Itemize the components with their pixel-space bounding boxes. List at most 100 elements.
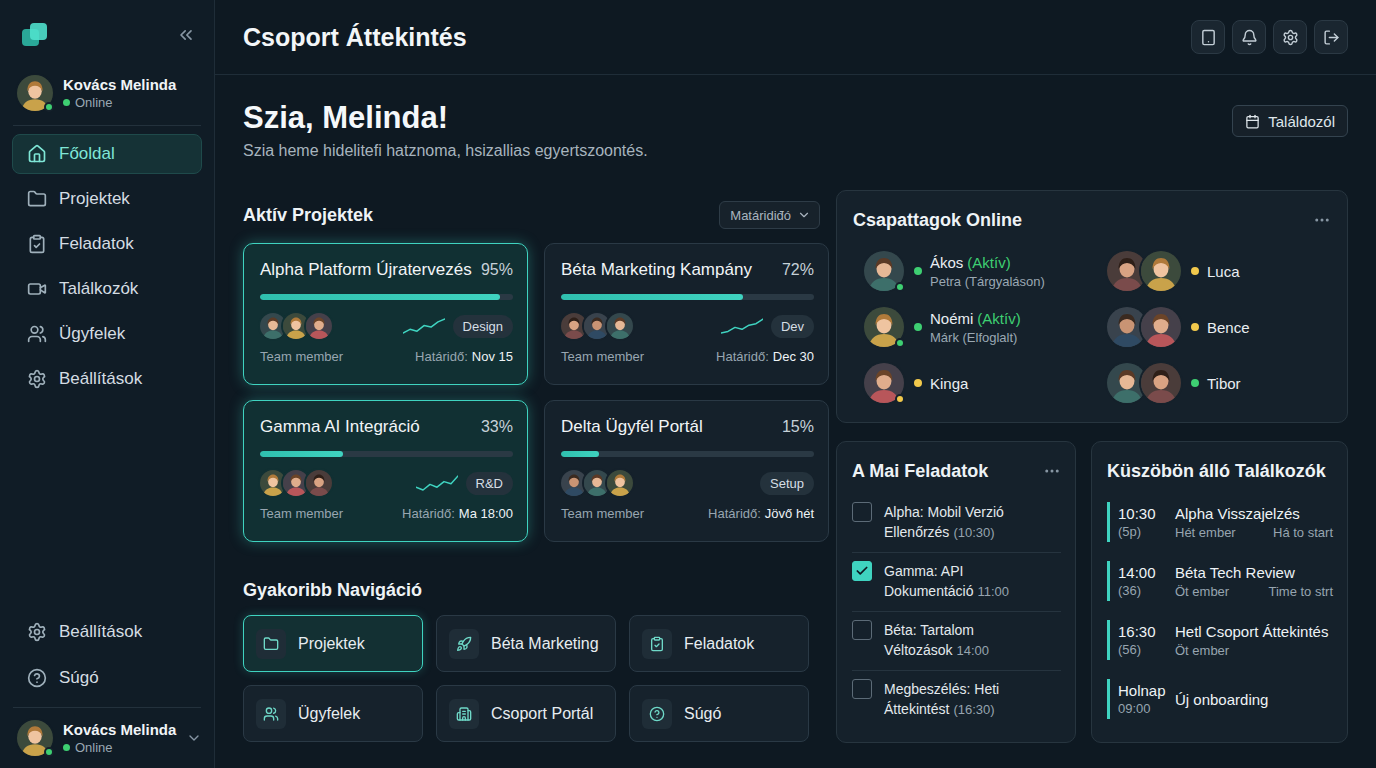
quick-nav-button[interactable]: Feladatok bbox=[629, 615, 809, 672]
project-card[interactable]: Béta Marketing Kampány72%DevTeam memberH… bbox=[544, 243, 829, 385]
avatar bbox=[260, 470, 286, 496]
sidebar-item[interactable]: Beállítások bbox=[12, 612, 202, 652]
meeting-note: 09:00 bbox=[1118, 701, 1175, 716]
gear-button[interactable] bbox=[1273, 20, 1307, 54]
logout-icon bbox=[1323, 29, 1340, 46]
status-dot bbox=[914, 323, 922, 331]
meeting-item[interactable]: 16:30(56)Hetl Csoport ÁttekintésÖt ember bbox=[1107, 620, 1333, 660]
avatar bbox=[1141, 363, 1181, 403]
user-profile[interactable]: Kovács MelindaOnline bbox=[13, 70, 201, 126]
status-badge bbox=[895, 282, 905, 292]
meeting-title: Hetl Csoport Áttekintés bbox=[1175, 623, 1333, 640]
profile-menu-button[interactable] bbox=[186, 730, 202, 746]
bell-button[interactable] bbox=[1232, 20, 1266, 54]
sidebar-item[interactable]: Súgó bbox=[12, 658, 202, 698]
member-name: Bence bbox=[1207, 319, 1250, 336]
more-button[interactable] bbox=[1043, 462, 1061, 480]
quick-nav-button[interactable]: Ügyfelek bbox=[243, 685, 423, 742]
filter-dropdown[interactable]: Matáridiđó bbox=[719, 201, 820, 229]
team-member[interactable]: Kinga bbox=[864, 361, 1107, 405]
project-card[interactable]: Gamma AI Integráció33%R&DTeam memberHatá… bbox=[243, 400, 528, 542]
page-title: Csoport Áttekintés bbox=[243, 23, 467, 52]
avatar-group bbox=[561, 470, 633, 496]
quick-nav-button[interactable]: Béta Marketing bbox=[436, 615, 616, 672]
task-checkbox[interactable] bbox=[852, 620, 872, 640]
meeting-item[interactable]: 10:30(5p)Alpha VisszajelzésHét emberHá t… bbox=[1107, 502, 1333, 542]
section-title: Aktív Projektek bbox=[243, 203, 373, 227]
project-card[interactable]: Delta Ügyfél Portál15%SetupTeam memberHa… bbox=[544, 400, 829, 542]
avatar bbox=[1141, 307, 1181, 347]
task-row: Gamma: API Dokumentáció11:00 bbox=[852, 553, 1061, 612]
task-checkbox[interactable] bbox=[852, 561, 872, 581]
avatar bbox=[561, 313, 587, 339]
panel-title: Csapattagok Online bbox=[853, 209, 1022, 231]
project-name: Alpha Platform Újratervezés bbox=[260, 260, 472, 280]
status-dot bbox=[63, 99, 70, 106]
progress-fill bbox=[260, 451, 343, 457]
sidebar-item[interactable]: Ügyfelek bbox=[12, 314, 202, 354]
folder-icon bbox=[263, 636, 279, 652]
collapse-button[interactable] bbox=[176, 25, 196, 45]
project-card[interactable]: Alpha Platform Újratervezés95%DesignTeam… bbox=[243, 243, 528, 385]
member-label: Team member bbox=[561, 506, 644, 522]
task-title: Alpha: Mobil Verzió Ellenőrzés(10:30) bbox=[884, 502, 1061, 544]
team-member[interactable]: Tibor bbox=[1107, 361, 1331, 405]
logout-button[interactable] bbox=[1314, 20, 1348, 54]
team-member[interactable]: Luca bbox=[1107, 249, 1331, 293]
gear-icon bbox=[1282, 29, 1299, 46]
screen-button[interactable] bbox=[1191, 20, 1225, 54]
task-row: Alpha: Mobil Verzió Ellenőrzés(10:30) bbox=[852, 494, 1061, 553]
user-profile[interactable]: Kovács MelindaOnline bbox=[13, 707, 201, 768]
meetings-panel: Küszöbön álló Találkozók 10:30(5p)Alpha V… bbox=[1091, 441, 1348, 743]
member-label: Team member bbox=[561, 349, 644, 365]
sidebar-item[interactable]: Főoldal bbox=[12, 134, 202, 174]
section-title: Gyakoribb Navigáció bbox=[243, 578, 820, 602]
person-icon bbox=[1141, 251, 1181, 291]
avatar bbox=[283, 470, 309, 496]
person-icon bbox=[607, 470, 633, 496]
meeting-item[interactable]: 14:00(36)Béta Tech ReviewÖt emberTime to… bbox=[1107, 561, 1333, 601]
clipboard-check-icon bbox=[27, 234, 47, 254]
user-status: Online bbox=[63, 740, 176, 755]
member-sub: Petra (Tárgyaláson) bbox=[930, 274, 1045, 289]
meeting-people: Hét ember bbox=[1175, 525, 1236, 540]
folder-icon bbox=[27, 189, 47, 209]
project-tag: Dev bbox=[771, 315, 814, 338]
more-button[interactable] bbox=[1313, 211, 1331, 229]
gear-icon bbox=[27, 369, 47, 389]
status-badge bbox=[895, 338, 905, 348]
project-name: Gamma AI Integráció bbox=[260, 417, 420, 437]
status-dot bbox=[1191, 323, 1199, 331]
sidebar-item[interactable]: Beállítások bbox=[12, 359, 202, 399]
task-title: Gamma: API Dokumentáció11:00 bbox=[884, 561, 1061, 603]
meeting-item[interactable]: Holnap09:00Új onboarding bbox=[1107, 679, 1333, 719]
team-panel: Csapattagok Online Ákos(Aktív)Petra (Tárg… bbox=[836, 190, 1348, 423]
avatar bbox=[607, 313, 633, 339]
sidebar-item[interactable]: Projektek bbox=[12, 179, 202, 219]
deadline: Határidő:Nov 15 bbox=[415, 349, 513, 365]
team-member[interactable]: Bence bbox=[1107, 305, 1331, 349]
person-icon bbox=[584, 313, 610, 339]
quick-nav-button[interactable]: Súgó bbox=[629, 685, 809, 742]
greeting-title: Szia, Melinda! bbox=[243, 100, 648, 136]
quick-nav-button[interactable]: Csoport Portál bbox=[436, 685, 616, 742]
status-dot bbox=[1191, 379, 1199, 387]
greeting-subtitle: Szia heme hidelitefi hatznoma, hsizallia… bbox=[243, 141, 648, 161]
task-checkbox[interactable] bbox=[852, 679, 872, 699]
quick-nav-button[interactable]: Projektek bbox=[243, 615, 423, 672]
sidebar-item[interactable]: Találkozók bbox=[12, 269, 202, 309]
task-title: Megbeszélés: Heti Áttekintést(16:30) bbox=[884, 679, 1061, 722]
team-member[interactable]: Ákos(Aktív)Petra (Tárgyaláson) bbox=[864, 249, 1107, 293]
status-badge bbox=[44, 747, 54, 757]
member-name: Tibor bbox=[1207, 375, 1241, 392]
team-member[interactable]: Noémi(Aktív)Márk (Elfoglalt) bbox=[864, 305, 1107, 349]
task-checkbox[interactable] bbox=[852, 502, 872, 522]
project-percent: 72% bbox=[782, 260, 814, 280]
progress-bar bbox=[260, 294, 513, 300]
avatar bbox=[561, 470, 587, 496]
panel-title: Küszöbön álló Találkozók bbox=[1107, 460, 1333, 482]
avatar-group bbox=[260, 313, 332, 339]
progress-fill bbox=[260, 294, 500, 300]
sidebar-item[interactable]: Feladatok bbox=[12, 224, 202, 264]
meetings-button[interactable]: Találdozól bbox=[1232, 105, 1348, 137]
